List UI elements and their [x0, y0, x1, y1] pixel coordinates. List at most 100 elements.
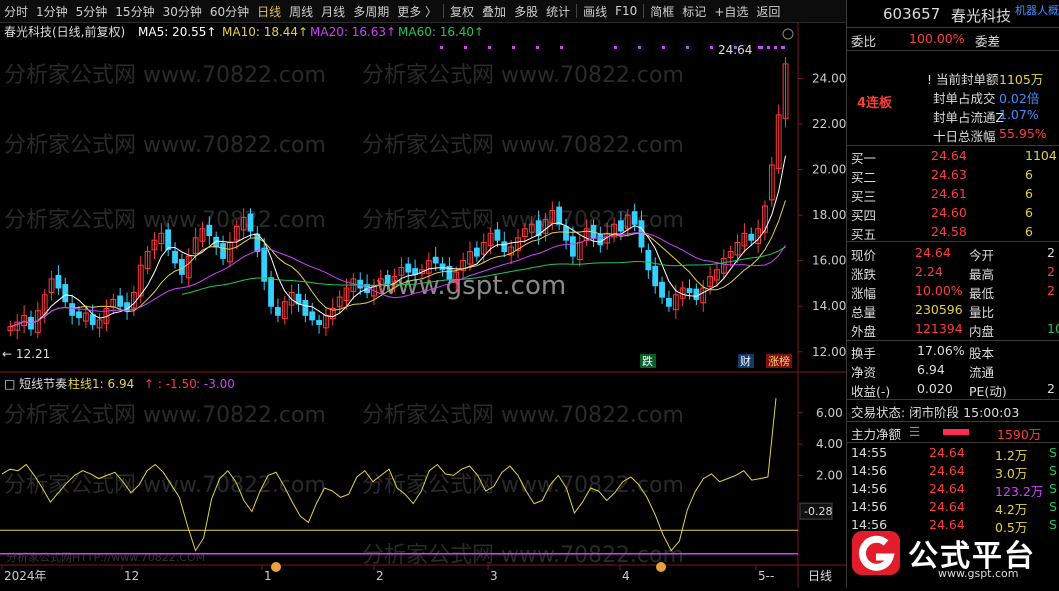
quote-value: 230596: [915, 302, 963, 317]
candle: [652, 265, 659, 287]
toolbar-item-7[interactable]: 周线: [285, 3, 317, 20]
toolbar-item-0[interactable]: 分时: [0, 3, 32, 20]
y-tick-label: 22.00: [812, 117, 846, 131]
toolbar-item-2[interactable]: 5分钟: [72, 3, 112, 20]
bid-label: 买五: [851, 227, 877, 242]
ma60-label: MA60: 16.40↑: [398, 25, 484, 39]
seal-value: 1105万: [999, 72, 1044, 87]
chart-area: 分析家公式网 www.70822.com 分析家公式网 www.70822.com…: [0, 22, 846, 588]
signal-dot: [662, 46, 665, 49]
quote2-value: 0.020: [917, 381, 953, 396]
sub-y-tick-label: 2.00: [816, 468, 843, 482]
tick-flag: S: [1049, 499, 1057, 514]
bid-label: 买一: [851, 151, 877, 166]
toolbar-item-16[interactable]: F10: [611, 4, 641, 18]
toolbar-item-5[interactable]: 60分钟: [206, 3, 253, 20]
seal-row: 十日总涨幅 55.95%: [847, 125, 1059, 144]
stock-name: 春光科技: [951, 7, 1012, 25]
event-tag: 财: [740, 354, 751, 368]
stock-code: 603657: [883, 5, 941, 23]
toolbar-item-18[interactable]: 标记: [678, 3, 710, 20]
concept-tag[interactable]: 机器人概念: [1015, 2, 1059, 18]
seal-label: ! 当前封单额: [927, 72, 999, 87]
toolbar-item-3[interactable]: 15分钟: [111, 3, 158, 20]
quote-value: 2.24: [915, 264, 943, 279]
y-tick-label: 16.00: [812, 254, 846, 268]
quote2-label-2: PE(动): [969, 384, 1007, 399]
toolbar-item-6[interactable]: 日线: [253, 3, 285, 20]
candle: [89, 314, 96, 325]
candle: [220, 243, 226, 259]
watermark-text: 分析家公式网 www.70822.com: [4, 133, 326, 158]
x-tick-label: 5--: [758, 569, 774, 583]
seal-value: 0.02倍: [999, 91, 1040, 106]
tick-row: 14:56 24.64 4.2万 S: [847, 498, 1059, 517]
toolbar-item-20[interactable]: 返回: [752, 3, 784, 20]
candle: [76, 311, 82, 319]
y-tick-label: 20.00: [812, 163, 846, 177]
tick-time: 14:55: [851, 445, 888, 460]
bid-volume: 6: [1025, 186, 1033, 201]
toolbar-item-4[interactable]: 30分钟: [159, 3, 206, 20]
candle: [666, 297, 672, 307]
main-flow-value: 1590万: [997, 427, 1042, 442]
toolbar-item-12[interactable]: 叠加: [478, 3, 510, 20]
tick-time: 14:56: [851, 499, 888, 514]
toolbar-item-9[interactable]: 多周期: [349, 3, 393, 20]
seal-label: 十日总涨幅: [933, 129, 996, 144]
candle: [247, 213, 254, 232]
seal-row: 封单占流通Z 1.07%: [847, 106, 1059, 125]
candle: [206, 224, 213, 237]
bid-price: 24.60: [931, 205, 967, 220]
event-tag: 跌: [642, 354, 653, 368]
toolbar-item-11[interactable]: 复权: [446, 3, 478, 20]
bid-label: 买四: [851, 208, 877, 223]
event-tag: 涨榜: [768, 354, 790, 368]
ma10-label: MA10: 18.44↑: [222, 25, 308, 39]
watermark-text: 分析家公式网 www.70822.com: [362, 63, 684, 88]
candle: [556, 206, 563, 225]
candle: [501, 241, 508, 253]
kline-chart[interactable]: 分析家公式网 www.70822.com 分析家公式网 www.70822.com…: [0, 22, 846, 588]
list-icon[interactable]: ☰: [909, 424, 920, 439]
toolbar-item-15[interactable]: 画线: [579, 3, 611, 20]
seal-value: 55.95%: [999, 126, 1047, 141]
watermark-text: 分析家公式网 www.70822.com: [362, 543, 684, 568]
quote-value-2: 2: [1047, 264, 1055, 279]
signal-dot: [614, 46, 617, 49]
toolbar-item-1[interactable]: 1分钟: [32, 3, 72, 20]
x-tick-label: 2024年: [4, 569, 47, 583]
toolbar-item-17[interactable]: 简框: [646, 3, 678, 20]
quote-value: 121394: [915, 321, 963, 336]
quote-row: 涨跌 2.24 最高 2: [847, 263, 1059, 282]
candle: [439, 263, 446, 271]
candle: [618, 220, 624, 232]
signal-dot: [560, 46, 563, 49]
sub-y-tick-label: 4.00: [816, 437, 843, 451]
toolbar-item-14[interactable]: 统计: [542, 3, 574, 20]
toolbar-item-10[interactable]: 更多 〉: [393, 3, 441, 20]
toolbar-item-13[interactable]: 多股: [510, 3, 542, 20]
toolbar-item-8[interactable]: 月线: [317, 3, 349, 20]
toolbar-item-19[interactable]: +自选: [710, 3, 752, 20]
tick-price: 24.64: [929, 463, 965, 478]
sub-value-label: 柱线1: 6.94: [68, 376, 134, 391]
tick-row: 14:55 24.64 1.2万 S: [847, 444, 1059, 463]
bid-volume: 1104: [1025, 148, 1057, 163]
main-flow-bar: [943, 429, 969, 435]
ma5-label: MA5: 20.55↑: [138, 25, 216, 39]
sub-extra2-label: : -3.00: [196, 377, 235, 391]
x-tick-label: 1: [264, 569, 272, 583]
quote2-row: 换手 17.06% 股本: [847, 342, 1059, 361]
signal-dot: [774, 46, 777, 49]
signal-dot: [710, 46, 713, 49]
quote2-label: 收益(-): [851, 384, 891, 399]
quote2-label-2: 股本: [969, 346, 995, 361]
bid-label: 买二: [851, 170, 877, 185]
candle: [254, 233, 261, 253]
bid-volume: 6: [1025, 167, 1033, 182]
quote-label: 总量: [851, 305, 877, 320]
candle: [62, 284, 69, 303]
bid-price: 24.61: [931, 186, 967, 201]
tick-price: 24.64: [929, 445, 965, 460]
